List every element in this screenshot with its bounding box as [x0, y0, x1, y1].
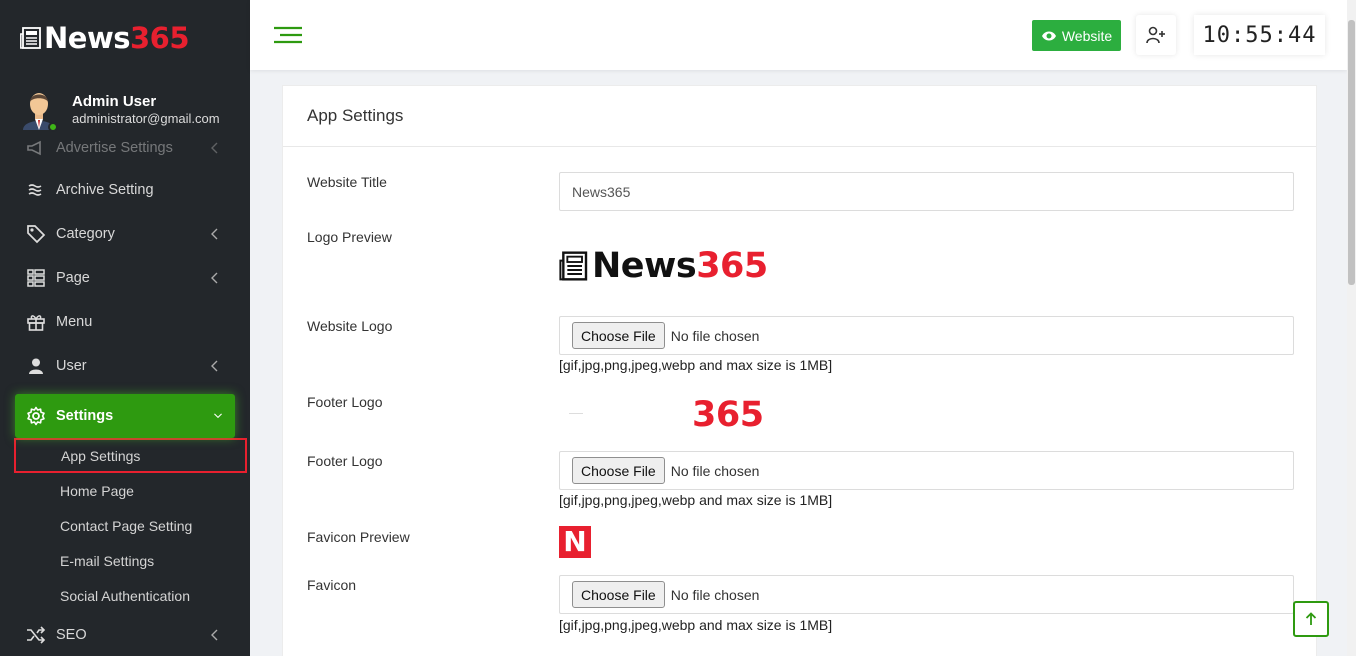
sidebar-nav: Advertise Settings Archive Setting Categ… — [0, 128, 250, 656]
brand-name: News365 — [44, 21, 190, 55]
website-button-label: Website — [1061, 27, 1113, 44]
submenu-item-email-settings[interactable]: E-mail Settings — [0, 543, 250, 578]
file-status: No file chosen — [670, 327, 760, 344]
logo-preview-label: Logo Preview — [307, 229, 392, 245]
website-title-input[interactable] — [559, 172, 1294, 211]
sidebar: News365 Advertise Settings Archive Setti… — [0, 0, 250, 656]
favicon-preview-label: Favicon Preview — [307, 529, 410, 545]
user-icon — [25, 356, 47, 376]
newspaper-icon — [559, 251, 588, 281]
settings-submenu: App Settings Home Page Contact Page Sett… — [0, 438, 250, 613]
sidebar-item-label: Menu — [56, 314, 93, 330]
footer-logo-preview-label: Footer Logo — [307, 394, 383, 410]
sidebar-item-label: Page — [56, 270, 90, 286]
user-panel[interactable]: Admin User administrator@gmail.com — [0, 78, 250, 138]
sidebar-item-settings[interactable]: Settings — [15, 394, 235, 438]
gift-icon — [25, 312, 47, 332]
sidebar-item-seo[interactable]: SEO — [0, 613, 250, 656]
sidebar-item-user[interactable]: User — [0, 344, 250, 388]
website-button[interactable]: Website — [1032, 20, 1121, 51]
eye-icon — [1041, 31, 1056, 40]
footer-logo-label: Footer Logo — [307, 453, 383, 469]
user-email: administrator@gmail.com — [72, 111, 220, 126]
megaphone-icon — [25, 138, 47, 158]
back-to-top-button[interactable] — [1293, 601, 1329, 637]
hamburger-menu-icon[interactable] — [274, 26, 302, 46]
footer-logo-file-input[interactable]: Choose File No file chosen — [559, 451, 1294, 490]
sidebar-item-archive-setting[interactable]: Archive Setting — [0, 168, 250, 212]
chevron-down-icon — [214, 413, 222, 419]
website-logo-label: Website Logo — [307, 318, 393, 334]
online-status-dot — [48, 122, 58, 132]
page-scrollbar[interactable] — [1347, 0, 1356, 656]
waves-icon — [25, 180, 47, 200]
user-name: Admin User — [72, 93, 157, 110]
gear-icon — [25, 406, 47, 426]
file-status: No file chosen — [670, 586, 760, 603]
choose-file-button[interactable]: Choose File — [572, 457, 665, 484]
file-hint: [gif,jpg,png,jpeg,webp and max size is 1… — [559, 492, 833, 508]
website-title-label: Website Title — [307, 174, 387, 190]
sidebar-item-category[interactable]: Category — [0, 212, 250, 256]
page-list-icon — [25, 268, 47, 288]
chevron-left-icon — [211, 272, 218, 284]
tag-icon — [25, 224, 47, 244]
sidebar-item-label: Category — [56, 226, 115, 242]
website-logo-file-input[interactable]: Choose File No file chosen — [559, 316, 1294, 355]
favicon-preview-image: N — [559, 526, 591, 558]
scrollbar-thumb[interactable] — [1348, 20, 1355, 285]
file-hint: [gif,jpg,png,jpeg,webp and max size is 1… — [559, 617, 833, 633]
favicon-file-input[interactable]: Choose File No file chosen — [559, 575, 1294, 614]
card-title: App Settings — [283, 86, 1316, 147]
submenu-item-home-page[interactable]: Home Page — [0, 473, 250, 508]
digital-clock: 10:55:44 — [1194, 15, 1325, 55]
add-user-button[interactable] — [1136, 15, 1176, 55]
chevron-left-icon — [211, 228, 218, 240]
add-user-icon — [1146, 26, 1165, 44]
submenu-item-app-settings[interactable]: App Settings — [14, 438, 247, 473]
choose-file-button[interactable]: Choose File — [572, 322, 665, 349]
chevron-left-icon — [211, 360, 218, 372]
top-navbar: Website 10:55:44 — [250, 0, 1347, 70]
app-settings-card: App Settings Website Title Logo Preview … — [282, 85, 1317, 656]
favicon-label: Favicon — [307, 577, 357, 593]
chevron-left-icon — [211, 629, 218, 641]
brand-logo[interactable]: News365 — [20, 18, 190, 58]
arrow-up-icon — [1305, 612, 1317, 625]
shuffle-icon — [25, 625, 47, 645]
submenu-item-social-authentication[interactable]: Social Authentication — [0, 578, 250, 613]
footer-logo-preview-image: 365 — [559, 391, 764, 435]
file-hint: [gif,jpg,png,jpeg,webp and max size is 1… — [559, 357, 833, 373]
sidebar-item-label: User — [56, 358, 87, 374]
sidebar-item-label: SEO — [56, 627, 87, 643]
newspaper-icon — [20, 27, 41, 49]
sidebar-item-label: Settings — [56, 408, 114, 424]
file-status: No file chosen — [670, 462, 760, 479]
logo-preview-image: News365 — [559, 246, 768, 286]
sidebar-item-page[interactable]: Page — [0, 256, 250, 300]
sidebar-item-label: Advertise Settings — [56, 140, 173, 156]
chevron-left-icon — [211, 142, 218, 154]
sidebar-item-label: Archive Setting — [56, 182, 154, 198]
choose-file-button[interactable]: Choose File — [572, 581, 665, 608]
submenu-item-contact-page-setting[interactable]: Contact Page Setting — [0, 508, 250, 543]
sidebar-item-menu[interactable]: Menu — [0, 300, 250, 344]
